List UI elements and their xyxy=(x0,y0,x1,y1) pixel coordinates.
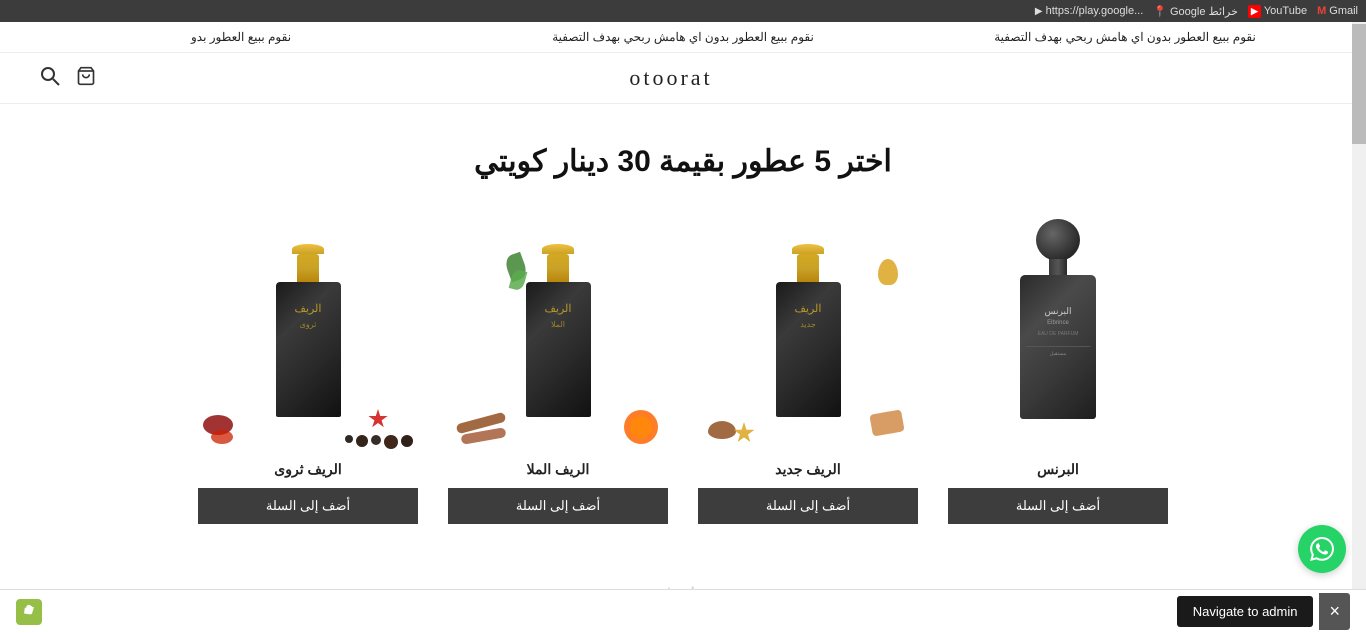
announcement-text-3: نقوم ببيع العطور بدو xyxy=(20,30,462,44)
scrollbar-thumb[interactable] xyxy=(1352,24,1366,144)
product-name: الريف الملا xyxy=(448,461,668,478)
bottom-bar: Navigate to admin × xyxy=(0,589,1366,633)
add-to-cart-button[interactable]: أضف إلى السلة xyxy=(198,488,418,524)
product-name: الريف ثروى xyxy=(198,461,418,478)
announcement-text-1: نقوم ببيع العطور بدون اي هامش ربحي بهدف … xyxy=(904,30,1346,44)
products-grid: البرنس Elbrince EAU DE PARFUM مستقبل الب… xyxy=(20,229,1346,524)
announcement-bar: نقوم ببيع العطور بدون اي هامش ربحي بهدف … xyxy=(0,22,1366,53)
product-image: البرنس Elbrince EAU DE PARFUM مستقبل xyxy=(948,229,1168,449)
product-card: الريف جديد الريف جديد أضف إلى السلة xyxy=(698,229,918,524)
bottom-right-actions: Navigate to admin × xyxy=(1177,593,1350,630)
gmail-link[interactable]: M Gmail xyxy=(1317,5,1358,17)
google-play-icon: ▶ xyxy=(1035,6,1043,17)
product-name: البرنس xyxy=(948,461,1168,478)
product-name: الريف جديد xyxy=(698,461,918,478)
google-maps-icon: 📍 xyxy=(1153,5,1167,18)
site-header: otoorat xyxy=(0,53,1366,104)
header-icons xyxy=(40,66,96,91)
site-logo[interactable]: otoorat xyxy=(629,65,712,91)
product-image: الريف الملا xyxy=(448,229,668,449)
page-title: اختر 5 عطور بقيمة 30 دينار كويتي xyxy=(20,144,1346,179)
scrollbar-track xyxy=(1352,22,1366,633)
navigate-admin-button[interactable]: Navigate to admin xyxy=(1177,596,1314,627)
product-card: البرنس Elbrince EAU DE PARFUM مستقبل الب… xyxy=(948,229,1168,524)
shopify-badge xyxy=(16,599,42,625)
google-maps-link[interactable]: 📍 Google خرائط xyxy=(1153,5,1238,18)
add-to-cart-button[interactable]: أضف إلى السلة xyxy=(698,488,918,524)
browser-bar: ▶ https://play.google... 📍 Google خرائط … xyxy=(0,0,1366,22)
add-to-cart-button[interactable]: أضف إلى السلة xyxy=(448,488,668,524)
product-card: الريف الملا الريف الملا أضف إلى السلة xyxy=(448,229,668,524)
close-bottom-bar-button[interactable]: × xyxy=(1319,593,1350,630)
main-content: اختر 5 عطور بقيمة 30 دينار كويتي xyxy=(0,104,1366,544)
search-icon[interactable] xyxy=(40,66,60,91)
product-image: الريف ثروى xyxy=(198,229,418,449)
youtube-icon: ▶ xyxy=(1248,5,1261,18)
add-to-cart-button[interactable]: أضف إلى السلة xyxy=(948,488,1168,524)
gmail-icon: M xyxy=(1317,5,1326,17)
google-play-link[interactable]: ▶ https://play.google... xyxy=(1035,5,1143,17)
product-image: الريف جديد xyxy=(698,229,918,449)
product-card: الريف ثروى الريف ثروى أضف إلى السلة xyxy=(198,229,418,524)
cart-icon[interactable] xyxy=(76,66,96,91)
whatsapp-button[interactable] xyxy=(1298,525,1346,573)
announcement-text-2: نقوم ببيع العطور بدون اي هامش ربحي بهدف … xyxy=(462,30,904,44)
shopify-logo xyxy=(16,599,42,625)
youtube-link[interactable]: ▶ YouTube xyxy=(1248,5,1307,18)
